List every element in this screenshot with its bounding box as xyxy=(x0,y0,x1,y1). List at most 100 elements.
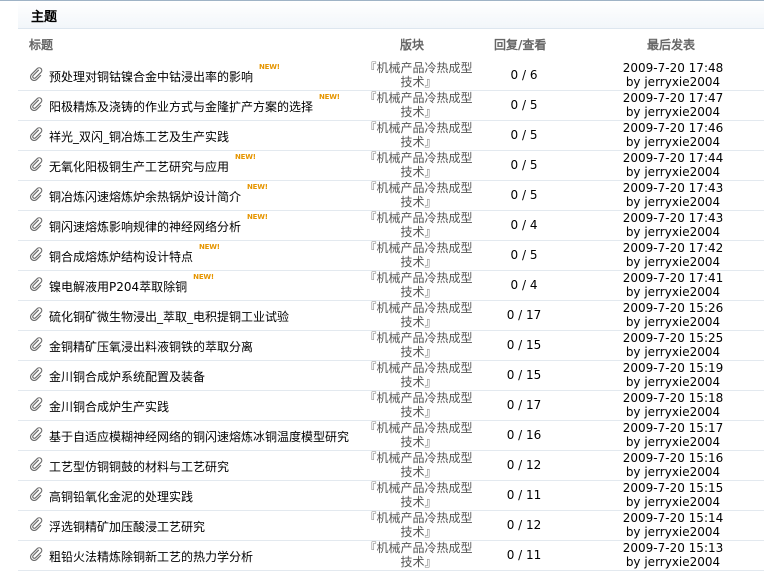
thread-title-text: 金铜精矿压氧浸出料液铜铁的萃取分离 xyxy=(49,340,254,354)
last-post-author[interactable]: by jerryxie2004 xyxy=(608,465,738,479)
reply-view-count: 0 / 5 xyxy=(510,188,538,202)
board-link[interactable]: 『机械产品冷热成型技术』 xyxy=(361,151,476,179)
thread-row: 铜闪速熔炼影响规律的神经网络分析NEW! 『机械产品冷热成型技术』 0 / 4 … xyxy=(18,211,764,241)
board-link[interactable]: 『机械产品冷热成型技术』 xyxy=(361,61,476,89)
thread-row: 镍电解液用P204萃取除铜 NEW! 『机械产品冷热成型技术』 0 / 4 200… xyxy=(18,271,764,301)
thread-title-text: 工艺型仿铜铜鼓的材料与工艺研究 xyxy=(49,460,230,474)
column-header-row: 标题 版块 回复/查看 最后发表 xyxy=(18,28,764,58)
board-link[interactable]: 『机械产品冷热成型技术』 xyxy=(361,121,476,149)
board-link[interactable]: 『机械产品冷热成型技术』 xyxy=(361,481,476,509)
thread-title-link[interactable]: 工艺型仿铜铜鼓的材料与工艺研究 xyxy=(49,458,229,475)
board-link[interactable]: 『机械产品冷热成型技术』 xyxy=(361,241,476,269)
thread-title-link[interactable]: 浮选铜精矿加压酸浸工艺研究 xyxy=(49,518,205,535)
thread-title-text: 铜冶炼闪速熔炼炉余热锅炉设计简介 xyxy=(49,190,242,204)
last-post-author[interactable]: by jerryxie2004 xyxy=(608,495,738,509)
last-post-info: 2009-7-20 17:41 by jerryxie2004 xyxy=(608,271,738,299)
thread-row: 铜合成熔炼炉结构设计特点 NEW! 『机械产品冷热成型技术』 0 / 5 2009… xyxy=(18,241,764,271)
reply-view-count: 0 / 11 xyxy=(506,488,542,502)
thread-title-link[interactable]: 高铜铅氧化金泥的处理实践 xyxy=(49,488,193,505)
last-post-time: 2009-7-20 17:44 xyxy=(622,151,724,165)
left-margin xyxy=(0,58,18,573)
thread-title-link[interactable]: 祥光_双闪_铜冶炼工艺及生产实践 xyxy=(49,128,229,145)
reply-view-count: 0 / 17 xyxy=(506,398,542,412)
board-link[interactable]: 『机械产品冷热成型技术』 xyxy=(361,211,476,239)
paperclip-icon xyxy=(29,486,43,502)
thread-row: 祥光_双闪_铜冶炼工艺及生产实践 『机械产品冷热成型技术』 0 / 5 2009… xyxy=(18,121,764,151)
last-post-author[interactable]: by jerryxie2004 xyxy=(608,225,738,239)
board-link[interactable]: 『机械产品冷热成型技术』 xyxy=(361,271,476,299)
reply-view-count: 0 / 5 xyxy=(510,248,538,262)
last-post-author[interactable]: by jerryxie2004 xyxy=(608,105,738,119)
board-link[interactable]: 『机械产品冷热成型技术』 xyxy=(361,451,476,479)
reply-view-count: 0 / 4 xyxy=(510,218,538,232)
thread-title-link[interactable]: 粗铅火法精炼除铜新工艺的热力学分析 xyxy=(49,548,253,565)
board-link[interactable]: 『机械产品冷热成型技术』 xyxy=(361,391,476,419)
thread-title-text: 基于自适应模糊神经网络的铜闪速熔炼冰铜温度模型研究 xyxy=(49,430,350,444)
last-post-info: 2009-7-20 15:26 by jerryxie2004 xyxy=(608,301,738,329)
last-post-time: 2009-7-20 15:19 xyxy=(622,361,724,375)
last-post-author[interactable]: by jerryxie2004 xyxy=(608,315,738,329)
last-post-author[interactable]: by jerryxie2004 xyxy=(608,405,738,419)
last-post-author[interactable]: by jerryxie2004 xyxy=(608,195,738,209)
last-post-author[interactable]: by jerryxie2004 xyxy=(608,525,738,539)
board-link[interactable]: 『机械产品冷热成型技术』 xyxy=(361,421,476,449)
thread-title-text: 镍电解液用P204萃取除铜 xyxy=(49,280,188,294)
last-post-info: 2009-7-20 15:17 by jerryxie2004 xyxy=(608,421,738,449)
board-link[interactable]: 『机械产品冷热成型技术』 xyxy=(361,91,476,119)
last-post-author[interactable]: by jerryxie2004 xyxy=(608,435,738,449)
reply-view-count: 0 / 15 xyxy=(506,368,542,382)
thread-row: 高铜铅氧化金泥的处理实践 『机械产品冷热成型技术』 0 / 11 2009-7-… xyxy=(18,481,764,511)
last-post-info: 2009-7-20 15:16 by jerryxie2004 xyxy=(608,451,738,479)
last-post-author[interactable]: by jerryxie2004 xyxy=(608,375,738,389)
last-post-info: 2009-7-20 15:14 by jerryxie2004 xyxy=(608,511,738,539)
last-post-time: 2009-7-20 17:42 xyxy=(622,241,724,255)
reply-view-count: 0 / 17 xyxy=(506,308,542,322)
reply-view-count: 0 / 5 xyxy=(510,158,538,172)
last-post-author[interactable]: by jerryxie2004 xyxy=(608,165,738,179)
board-link[interactable]: 『机械产品冷热成型技术』 xyxy=(361,181,476,209)
last-post-time: 2009-7-20 17:43 xyxy=(622,211,724,225)
thread-title-link[interactable]: 基于自适应模糊神经网络的铜闪速熔炼冰铜温度模型研究 xyxy=(49,428,349,445)
thread-title-link[interactable]: 金川铜合成炉生产实践 xyxy=(49,398,169,415)
thread-row: 铜冶炼闪速熔炼炉余热锅炉设计简介NEW! 『机械产品冷热成型技术』 0 / 5 … xyxy=(18,181,764,211)
thread-row: 粗铅火法精炼除铜新工艺的热力学分析 『机械产品冷热成型技术』 0 / 11 20… xyxy=(18,541,764,571)
thread-title-link[interactable]: 硫化铜矿微生物浸出_萃取_电积提铜工业试验 xyxy=(49,308,289,325)
last-post-author[interactable]: by jerryxie2004 xyxy=(608,255,738,269)
thread-title-text: 硫化铜矿微生物浸出_萃取_电积提铜工业试验 xyxy=(49,310,290,324)
paperclip-icon xyxy=(29,456,43,472)
thread-title-link[interactable]: 铜闪速熔炼影响规律的神经网络分析 NEW! xyxy=(49,213,268,235)
thread-title-link[interactable]: 镍电解液用P204萃取除铜 NEW! xyxy=(49,273,214,295)
thread-title-link[interactable]: 金川铜合成炉系统配置及装备 xyxy=(49,368,205,385)
new-badge: NEW! xyxy=(247,213,268,221)
board-link[interactable]: 『机械产品冷热成型技术』 xyxy=(361,331,476,359)
last-post-info: 2009-7-20 17:46 by jerryxie2004 xyxy=(608,121,738,149)
last-post-author[interactable]: by jerryxie2004 xyxy=(608,345,738,359)
reply-view-count: 0 / 16 xyxy=(506,428,542,442)
board-link[interactable]: 『机械产品冷热成型技术』 xyxy=(361,511,476,539)
thread-row: 浮选铜精矿加压酸浸工艺研究 『机械产品冷热成型技术』 0 / 12 2009-7… xyxy=(18,511,764,541)
paperclip-icon xyxy=(29,276,43,292)
last-post-info: 2009-7-20 17:42 by jerryxie2004 xyxy=(608,241,738,269)
board-link[interactable]: 『机械产品冷热成型技术』 xyxy=(361,361,476,389)
board-link[interactable]: 『机械产品冷热成型技术』 xyxy=(361,541,476,569)
thread-title-link[interactable]: 铜冶炼闪速熔炼炉余热锅炉设计简介 NEW! xyxy=(49,183,268,205)
last-post-time: 2009-7-20 15:26 xyxy=(622,301,724,315)
thread-title-link[interactable]: 金铜精矿压氧浸出料液铜铁的萃取分离 xyxy=(49,338,253,355)
last-post-author[interactable]: by jerryxie2004 xyxy=(608,285,738,299)
last-post-author[interactable]: by jerryxie2004 xyxy=(608,135,738,149)
paperclip-icon xyxy=(29,66,43,82)
column-header-stats: 回复/查看 xyxy=(494,38,547,52)
reply-view-count: 0 / 12 xyxy=(506,518,542,532)
last-post-author[interactable]: by jerryxie2004 xyxy=(608,75,738,89)
thread-title-link[interactable]: 铜合成熔炼炉结构设计特点 NEW! xyxy=(49,243,220,265)
thread-title-link[interactable]: 阳极精炼及浇铸的作业方式与金隆扩产方案的选择 NEW! xyxy=(49,93,340,115)
last-post-time: 2009-7-20 17:41 xyxy=(622,271,724,285)
last-post-author[interactable]: by jerryxie2004 xyxy=(608,555,738,569)
thread-title-link[interactable]: 无氧化阳极铜生产工艺研究与应用 NEW! xyxy=(49,153,256,175)
thread-title-link[interactable]: 预处理对铜钴镍合金中钴浸出率的影响 NEW! xyxy=(49,63,280,85)
new-badge: NEW! xyxy=(235,153,256,161)
thread-title-text: 金川铜合成炉生产实践 xyxy=(49,400,170,414)
board-link[interactable]: 『机械产品冷热成型技术』 xyxy=(361,301,476,329)
thread-title-text: 高铜铅氧化金泥的处理实践 xyxy=(49,490,194,504)
last-post-time: 2009-7-20 15:14 xyxy=(622,511,724,525)
